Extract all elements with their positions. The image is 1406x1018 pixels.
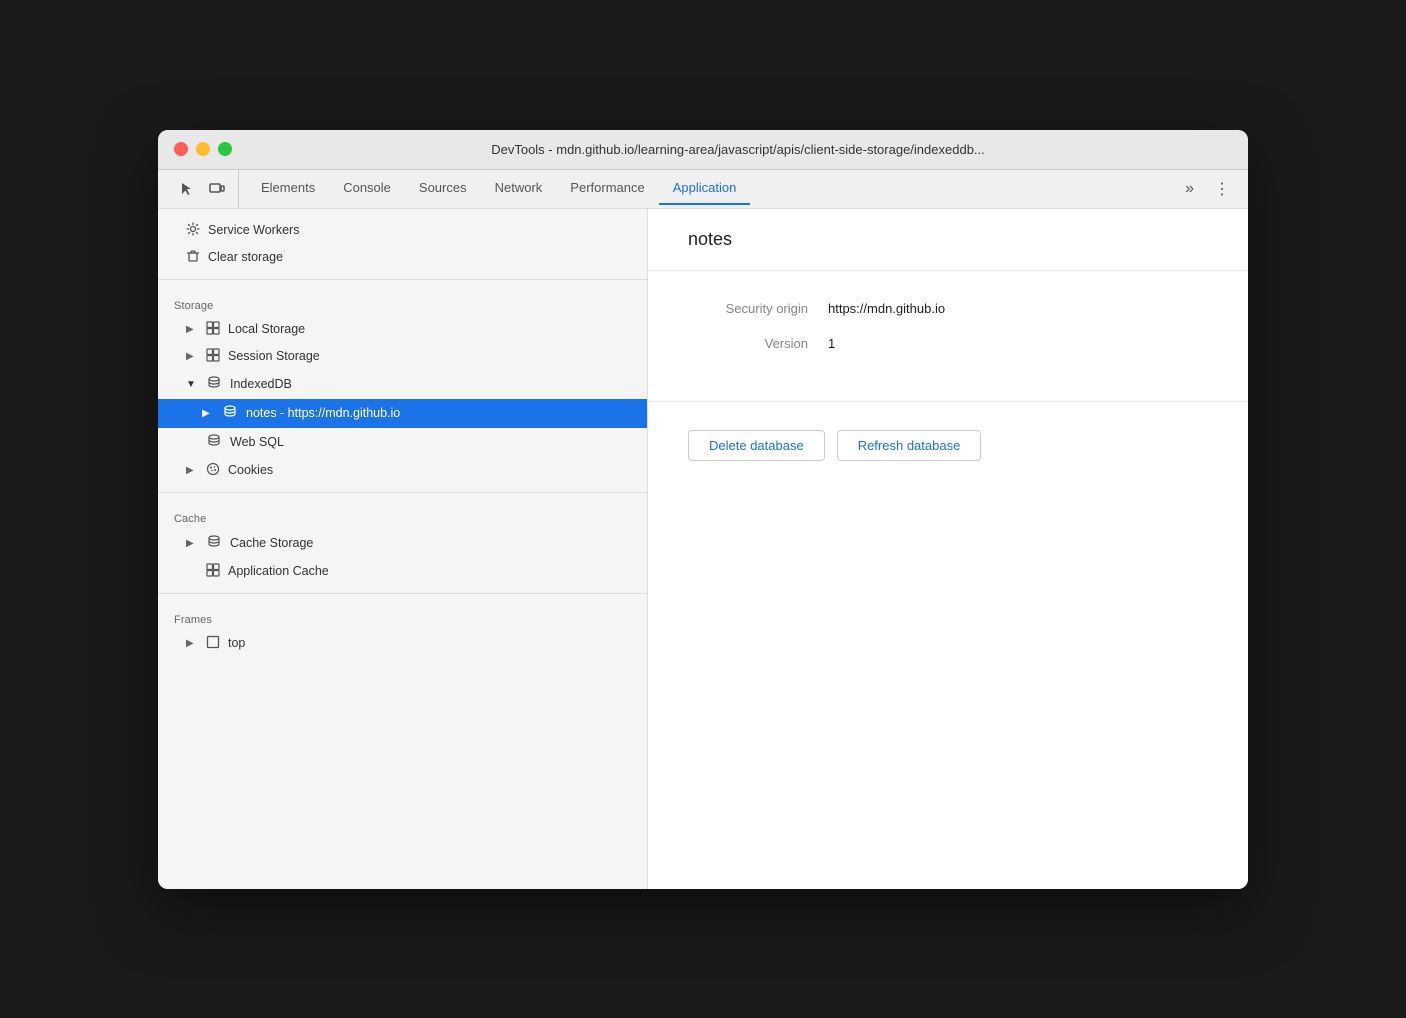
top-label: top xyxy=(228,636,245,650)
indexeddb-label: IndexedDB xyxy=(230,377,292,391)
arrow-top: ▶ xyxy=(186,638,198,649)
cache-storage-label: Cache Storage xyxy=(230,536,313,550)
maximize-button[interactable] xyxy=(218,142,232,156)
db-title: notes xyxy=(648,209,1248,271)
db-icon-web-sql xyxy=(206,433,222,452)
tab-application[interactable]: Application xyxy=(659,172,751,205)
sidebar-item-web-sql[interactable]: ▶ Web SQL xyxy=(158,428,647,457)
version-row: Version 1 xyxy=(688,336,1208,351)
arrow-cookies: ▶ xyxy=(186,465,198,476)
db-icon-cache xyxy=(206,534,222,553)
version-value: 1 xyxy=(828,336,835,351)
arrow-session-storage: ▶ xyxy=(186,351,198,362)
tab-list: Elements Console Sources Network Perform… xyxy=(247,172,1175,205)
arrow-local-storage: ▶ xyxy=(186,324,198,335)
tab-console[interactable]: Console xyxy=(329,172,405,205)
service-workers-label: Service Workers xyxy=(208,223,299,237)
tab-sources[interactable]: Sources xyxy=(405,172,481,205)
tab-bar: Elements Console Sources Network Perform… xyxy=(158,170,1248,209)
web-sql-label: Web SQL xyxy=(230,435,284,449)
window-title: DevTools - mdn.github.io/learning-area/j… xyxy=(244,142,1232,157)
notes-db-label: notes - https://mdn.github.io xyxy=(246,406,400,420)
sidebar-item-cookies[interactable]: ▶ Cookies xyxy=(158,457,647,484)
devtools-window: DevTools - mdn.github.io/learning-area/j… xyxy=(158,130,1248,889)
storage-section-label: Storage xyxy=(158,288,647,316)
close-button[interactable] xyxy=(174,142,188,156)
minimize-button[interactable] xyxy=(196,142,210,156)
db-icon-notes xyxy=(222,404,238,423)
cookie-icon xyxy=(206,462,220,479)
app-cache-label: Application Cache xyxy=(228,564,329,578)
frame-icon xyxy=(206,635,220,652)
tab-icon-group xyxy=(166,170,239,208)
more-tabs-button[interactable]: » xyxy=(1175,172,1204,206)
grid-icon-local xyxy=(206,321,220,338)
sidebar-item-clear-storage[interactable]: Clear storage xyxy=(158,244,647,271)
session-storage-label: Session Storage xyxy=(228,349,320,363)
clear-storage-label: Clear storage xyxy=(208,250,283,264)
sidebar-item-notes-db[interactable]: ▶ notes - https://mdn.github.io xyxy=(158,399,647,428)
title-bar: DevTools - mdn.github.io/learning-area/j… xyxy=(158,130,1248,170)
sidebar-divider-1 xyxy=(158,279,647,280)
sidebar: Service Workers Clear storage Storage ▶ xyxy=(158,209,648,889)
arrow-cache-storage: ▶ xyxy=(186,538,198,549)
detail-actions: Delete database Refresh database xyxy=(648,402,1248,489)
trash-icon xyxy=(186,249,200,266)
tab-performance[interactable]: Performance xyxy=(556,172,658,205)
sidebar-item-top[interactable]: ▶ top xyxy=(158,630,647,657)
frames-section-label: Frames xyxy=(158,602,647,630)
sidebar-item-service-workers[interactable]: Service Workers xyxy=(158,217,647,244)
grid-icon-session xyxy=(206,348,220,365)
sidebar-item-cache-storage[interactable]: ▶ Cache Storage xyxy=(158,529,647,558)
grid-icon-app-cache xyxy=(206,563,220,580)
tab-elements[interactable]: Elements xyxy=(247,172,329,205)
cursor-icon-button[interactable] xyxy=(174,176,200,202)
window-controls xyxy=(174,142,232,156)
db-icon-indexed xyxy=(206,375,222,394)
security-origin-label: Security origin xyxy=(688,301,808,316)
sidebar-item-local-storage[interactable]: ▶ Local Storage xyxy=(158,316,647,343)
security-origin-row: Security origin https://mdn.github.io xyxy=(688,301,1208,316)
refresh-database-button[interactable]: Refresh database xyxy=(837,430,982,461)
sidebar-item-indexeddb[interactable]: ▼ IndexedDB xyxy=(158,370,647,399)
delete-database-button[interactable]: Delete database xyxy=(688,430,825,461)
local-storage-label: Local Storage xyxy=(228,322,305,336)
sidebar-item-app-cache[interactable]: ▶ Application Cache xyxy=(158,558,647,585)
security-origin-value: https://mdn.github.io xyxy=(828,301,945,316)
cache-section-label: Cache xyxy=(158,501,647,529)
tab-network[interactable]: Network xyxy=(481,172,557,205)
gear-icon xyxy=(186,222,200,239)
version-label: Version xyxy=(688,336,808,351)
main-content: Service Workers Clear storage Storage ▶ xyxy=(158,209,1248,889)
sidebar-divider-3 xyxy=(158,593,647,594)
arrow-indexeddb: ▼ xyxy=(186,379,198,390)
arrow-notes-db: ▶ xyxy=(202,408,214,419)
sidebar-divider-2 xyxy=(158,492,647,493)
device-icon-button[interactable] xyxy=(204,176,230,202)
cookies-label: Cookies xyxy=(228,463,273,477)
detail-panel: notes Security origin https://mdn.github… xyxy=(648,209,1248,889)
devtools-menu-button[interactable]: ⋮ xyxy=(1204,171,1240,207)
detail-info-section: Security origin https://mdn.github.io Ve… xyxy=(648,271,1248,402)
sidebar-item-session-storage[interactable]: ▶ Session Storage xyxy=(158,343,647,370)
